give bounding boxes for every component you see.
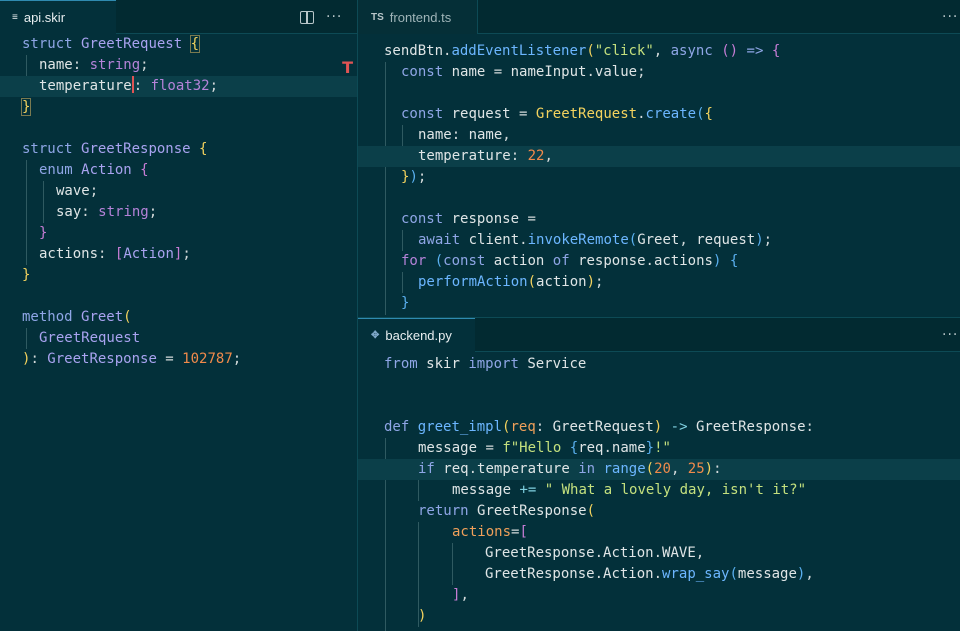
code-line: actions=[ <box>452 524 528 540</box>
cursor-marker-icon: T <box>342 58 353 77</box>
code-line: } <box>401 295 410 311</box>
tab-bar-top: TS frontend.ts ··· <box>358 0 960 34</box>
code-line-current: if req.temperature in range(20, 25): <box>358 459 960 480</box>
code-line: message = f"Hello {req.name}!" <box>418 440 671 456</box>
code-line: struct GreetResponse { <box>22 141 208 157</box>
code-line: performAction(action); <box>418 274 604 290</box>
file-lines-icon: ≡ <box>12 12 18 23</box>
code-line: ], <box>452 587 469 603</box>
more-actions-icon[interactable]: ··· <box>942 9 958 25</box>
tab-label: api.skir <box>23 10 66 25</box>
tab-actions-bottom: ··· <box>942 318 958 352</box>
code-line: say: string; <box>56 204 158 220</box>
code-line: const name = nameInput.value; <box>401 64 646 80</box>
tab-frontend-ts[interactable]: TS frontend.ts <box>358 0 478 34</box>
text-cursor <box>131 76 134 93</box>
code-line: return GreetResponse( <box>418 503 596 519</box>
tab-label: backend.py <box>385 328 452 343</box>
code-line: const response = <box>401 211 536 227</box>
code-line: sendBtn.addEventListener("click", async … <box>384 43 781 59</box>
tab-actions-top: ··· <box>942 0 958 34</box>
code-line: }); <box>401 169 427 185</box>
code-line: GreetResponse.Action.wrap_say(message), <box>485 566 814 582</box>
code-line: const request = GreetRequest.create({ <box>401 106 713 122</box>
editor-pane-backend-py[interactable]: ✥ backend.py ··· from skir import Servic… <box>357 317 960 631</box>
code-line: from skir import Service <box>384 356 587 372</box>
typescript-icon: TS <box>371 11 384 23</box>
code-line: await client.invokeRemote(Greet, request… <box>418 232 773 248</box>
tab-label: frontend.ts <box>389 9 452 25</box>
split-editor-icon[interactable] <box>300 10 314 24</box>
code-line: method Greet( <box>22 309 132 325</box>
code-line: ) <box>418 608 427 624</box>
code-line: message += " What a lovely day, isn't it… <box>452 482 807 498</box>
tab-api-skir[interactable]: ≡ api.skir <box>0 0 116 34</box>
tab-bar-left: ≡ api.skir ··· <box>0 0 357 34</box>
tab-bar-bottom: ✥ backend.py ··· <box>358 318 960 352</box>
python-icon: ✥ <box>371 330 380 341</box>
code-line: actions: [Action]; <box>39 246 191 262</box>
tab-actions-left: ··· <box>300 0 342 34</box>
code-line-current: temperature: float32; <box>0 76 357 97</box>
code-line: wave; <box>56 183 99 199</box>
editor-pane-api-skir[interactable]: ≡ api.skir ··· struct GreetRequest { nam… <box>0 0 357 631</box>
code-line: for (const action of response.actions) { <box>401 253 739 269</box>
code-line: def greet_impl(req: GreetRequest) -> Gre… <box>384 419 814 435</box>
editor-pane-frontend-ts[interactable]: TS frontend.ts ··· sendBtn.addEventListe… <box>357 0 960 317</box>
code-line: GreetResponse.Action.WAVE, <box>485 545 705 561</box>
tab-backend-py[interactable]: ✥ backend.py <box>358 318 475 352</box>
more-actions-icon[interactable]: ··· <box>942 327 958 343</box>
code-line: } <box>39 225 48 241</box>
code-line: } <box>22 267 31 283</box>
code-line: name: name, <box>418 127 511 143</box>
code-line: struct GreetRequest { <box>22 35 201 53</box>
code-line: ): GreetResponse = 102787; <box>22 351 242 367</box>
code-line: enum Action { <box>39 162 149 178</box>
code-line: name: string; <box>39 57 149 73</box>
code-line: GreetRequest <box>39 330 141 346</box>
code-line: } <box>20 98 32 116</box>
more-actions-icon[interactable]: ··· <box>326 9 342 25</box>
code-line-current: temperature: 22, <box>358 146 960 167</box>
